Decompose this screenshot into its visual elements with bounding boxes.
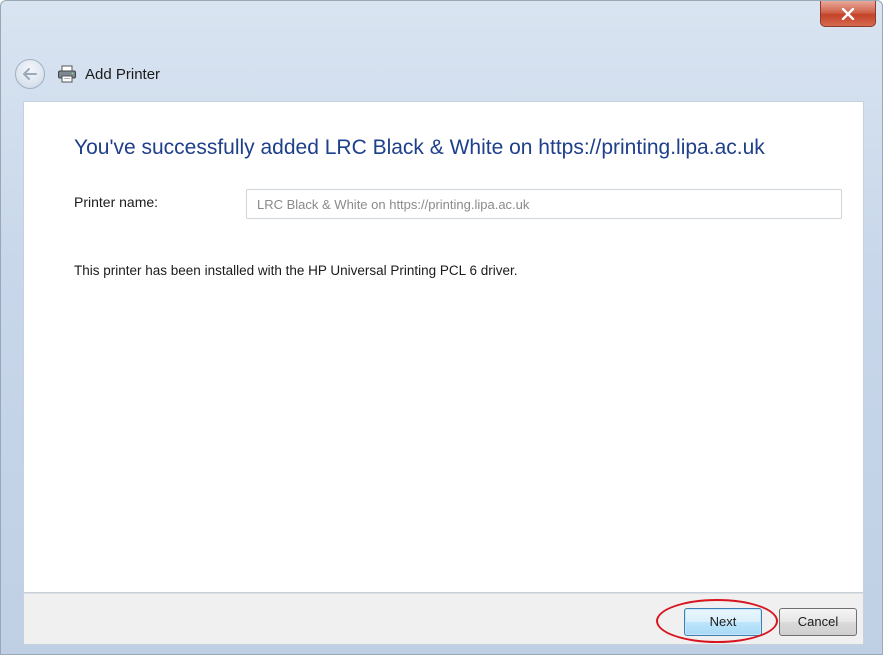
add-printer-window: Add Printer You've successfully added LR… bbox=[0, 0, 883, 655]
cancel-button[interactable]: Cancel bbox=[779, 608, 857, 636]
printer-name-field[interactable] bbox=[246, 189, 842, 219]
wizard-content-panel: You've successfully added LRC Black & Wh… bbox=[23, 101, 864, 593]
window-title: Add Printer bbox=[85, 65, 161, 83]
close-icon bbox=[841, 7, 855, 20]
printer-name-label: Printer name: bbox=[74, 194, 159, 210]
wizard-title-bar: Add Printer bbox=[15, 57, 160, 91]
wizard-footer: Next Cancel bbox=[23, 593, 864, 645]
success-heading: You've successfully added LRC Black & Wh… bbox=[74, 136, 765, 159]
next-button[interactable]: Next bbox=[684, 608, 762, 636]
printer-icon bbox=[57, 65, 77, 83]
driver-installed-message: This printer has been installed with the… bbox=[74, 263, 518, 278]
close-window-button[interactable] bbox=[820, 1, 876, 27]
back-button[interactable] bbox=[15, 59, 45, 89]
back-arrow-icon bbox=[23, 68, 37, 80]
